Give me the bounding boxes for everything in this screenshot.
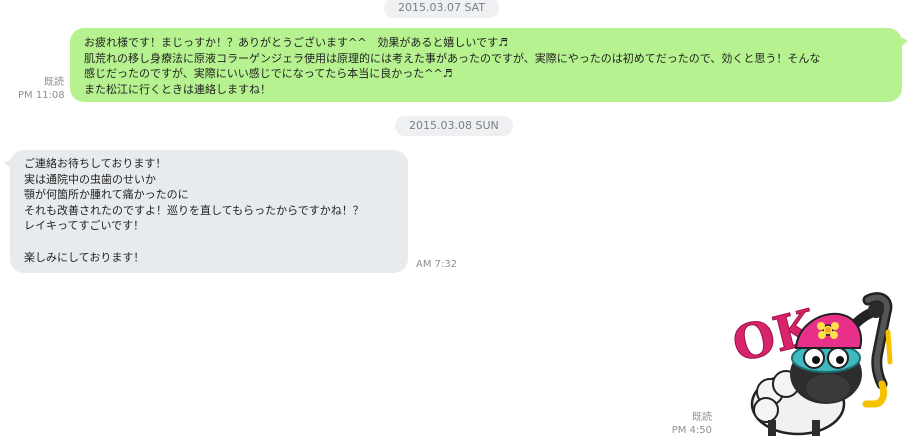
message-line: 実は通院中の虫歯のせいか [24,172,156,186]
message-line: ご連絡お待ちしております！ [24,157,167,170]
message-line: 楽しみにしております！ [24,250,145,264]
message-line [24,234,394,250]
date-separator: 2015.03.07 SAT [384,0,500,18]
message-time: PM 11:08 [18,90,65,101]
message-meta: 既読 PM 4:50 [660,411,712,437]
message-time: AM 7:32 [416,259,458,270]
date-separator: 2015.03.08 SUN [395,116,513,136]
message-line: お疲れ様です！まじっすか！？ありがとうございます^^ 効果があると嬉しいです♬ [84,36,508,49]
message-time: PM 4:50 [671,425,712,436]
message-line: 肌荒れの移し身療法に原液コラーゲンジェラ使用は原理的には考えた事があったのですが… [84,51,821,65]
message-meta: 既読 PM 11:08 [18,76,65,102]
message-line: 感じだったのですが、実際にいい感じでになってたら本当に良かった^^♬ [84,67,453,81]
message-line: それも改善されたのですよ！巡りを直してもらったからですかね！？ [24,203,364,217]
message-line: また松江に行くときは連絡しますね！ [84,82,271,96]
sheep-snorkel-ok-sticker[interactable]: OK [727,292,913,436]
message-line: レイキってすごいです！ [24,219,145,233]
outgoing-message-bubble[interactable]: お疲れ様です！まじっすか！？ありがとうございます^^ 効果があると嬉しいです♬ … [70,28,908,102]
read-receipt: 既読 [44,77,64,88]
read-receipt: 既読 [692,412,712,423]
sticker-illustration: OK [727,292,893,436]
incoming-message-bubble[interactable]: ご連絡お待ちしております！ 実は通院中の虫歯のせいか 顎が何箇所か腫れて痛かった… [4,150,408,273]
message-line: 顎が何箇所か腫れて痛かったのに [24,188,189,202]
